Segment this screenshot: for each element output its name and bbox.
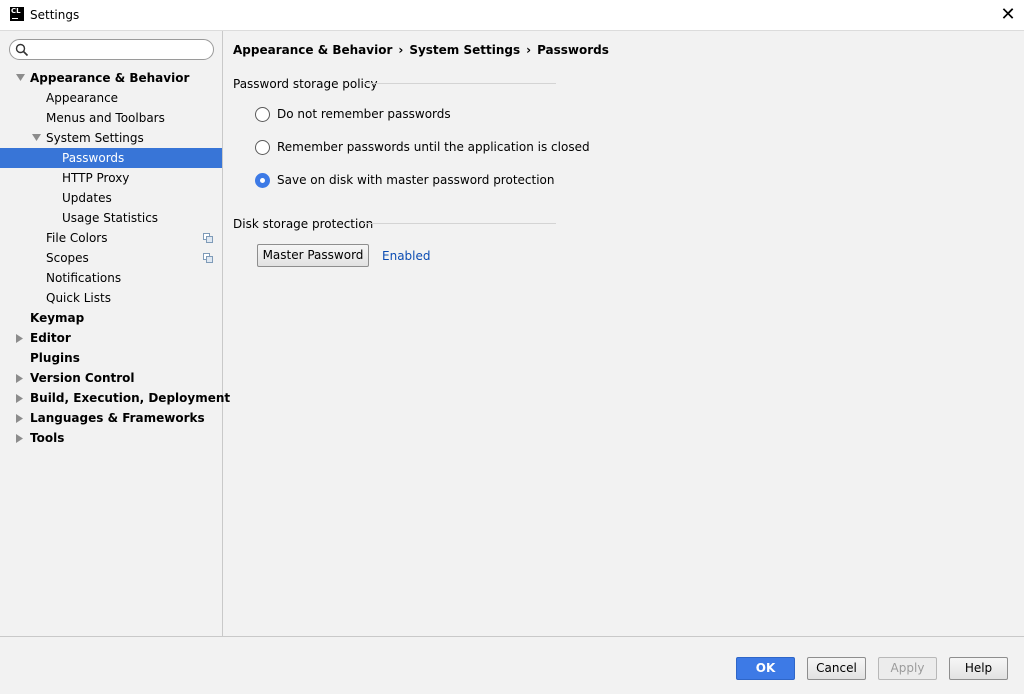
settings-sidebar: Appearance & Behavior Appearance Menus a…	[0, 31, 230, 636]
tree-item-label: Version Control	[30, 371, 135, 385]
tree-item-tools[interactable]: Tools	[0, 428, 222, 448]
group-divider	[363, 83, 556, 84]
tree-item-label: Editor	[30, 331, 71, 345]
window-title: Settings	[30, 8, 80, 22]
tree-item-label: Menus and Toolbars	[46, 111, 165, 125]
tree-item-label: Tools	[30, 431, 65, 445]
group-divider	[363, 223, 556, 224]
tree-item-label: HTTP Proxy	[62, 171, 130, 185]
tree-item-keymap[interactable]: Keymap	[0, 308, 222, 328]
collapsed-arrow-icon[interactable]	[15, 388, 25, 408]
tree-item-label: Appearance & Behavior	[30, 71, 190, 85]
collapsed-arrow-icon[interactable]	[15, 328, 25, 348]
project-copy-icon	[203, 233, 213, 243]
tree-item-scopes[interactable]: Scopes	[0, 248, 222, 268]
tree-item-label: System Settings	[46, 131, 144, 145]
radio-button[interactable]	[255, 107, 270, 122]
breadcrumb-item: Appearance & Behavior	[233, 43, 393, 57]
tree-item-label: File Colors	[46, 231, 108, 245]
apply-button[interactable]: Apply	[878, 657, 937, 680]
tree-item-label: Plugins	[30, 351, 80, 365]
cancel-button[interactable]: Cancel	[807, 657, 866, 680]
tree-item-passwords[interactable]: Passwords	[0, 148, 222, 168]
tree-item-label: Usage Statistics	[62, 211, 159, 225]
app-logo-text: CL	[11, 7, 21, 15]
project-copy-icon	[203, 253, 213, 263]
breadcrumb: Appearance & Behavior › System Settings › Pa…	[233, 43, 609, 57]
tree-item-http-proxy[interactable]: HTTP Proxy	[0, 168, 222, 188]
breadcrumb-separator: ›	[398, 43, 404, 57]
password-policy-title: Password storage policy	[233, 77, 378, 91]
app-logo-icon: CL	[10, 7, 24, 21]
search-box[interactable]	[9, 39, 214, 60]
tree-item-usage-statistics[interactable]: Usage Statistics	[0, 208, 222, 228]
radio-label: Remember passwords until the application…	[277, 140, 590, 154]
tree-item-file-colors[interactable]: File Colors	[0, 228, 222, 248]
tree-item-label: Keymap	[30, 311, 85, 325]
help-button[interactable]: Help	[949, 657, 1008, 680]
tree-item-build-execution[interactable]: Build, Execution, Deployment	[0, 388, 230, 408]
tree-item-version-control[interactable]: Version Control	[0, 368, 222, 388]
master-password-status: Enabled	[382, 249, 431, 263]
tree-item-plugins[interactable]: Plugins	[0, 348, 222, 368]
tree-item-label: Scopes	[46, 251, 89, 265]
tree-item-system-settings[interactable]: System Settings	[0, 128, 222, 148]
collapsed-arrow-icon[interactable]	[15, 408, 25, 428]
tree-item-label: Updates	[62, 191, 112, 205]
tree-item-label: Build, Execution, Deployment	[30, 391, 231, 405]
radio-label: Save on disk with master password protec…	[277, 173, 555, 187]
disk-protection-title: Disk storage protection	[233, 217, 374, 231]
tree-item-appearance[interactable]: Appearance	[0, 88, 222, 108]
tree-item-label: Passwords	[62, 151, 125, 165]
collapsed-arrow-icon[interactable]	[15, 428, 25, 448]
tree-item-languages-frameworks[interactable]: Languages & Frameworks	[0, 408, 222, 428]
tree-item-appearance-behavior[interactable]: Appearance & Behavior	[0, 68, 222, 88]
tree-item-editor[interactable]: Editor	[0, 328, 222, 348]
tree-item-label: Languages & Frameworks	[30, 411, 205, 425]
close-icon[interactable]: ✕	[992, 0, 1024, 30]
settings-tree: Appearance & Behavior Appearance Menus a…	[0, 68, 230, 448]
breadcrumb-item: System Settings	[409, 43, 521, 57]
breadcrumb-separator: ›	[526, 43, 532, 57]
settings-content: Appearance & Behavior › System Settings › Pa…	[223, 31, 1024, 636]
tree-item-quick-lists[interactable]: Quick Lists	[0, 288, 222, 308]
title-bar: CL Settings ✕	[0, 0, 1024, 31]
tree-item-menus-toolbars[interactable]: Menus and Toolbars	[0, 108, 222, 128]
tree-item-updates[interactable]: Updates	[0, 188, 222, 208]
expanded-arrow-icon[interactable]	[15, 68, 25, 88]
dialog-footer: OK Cancel Apply Help	[0, 636, 1024, 694]
radio-label: Do not remember passwords	[277, 107, 451, 121]
expanded-arrow-icon[interactable]	[31, 128, 41, 148]
ok-button[interactable]: OK	[736, 657, 795, 680]
search-input[interactable]	[34, 41, 204, 58]
tree-item-notifications[interactable]: Notifications	[0, 268, 222, 288]
tree-item-label: Notifications	[46, 271, 122, 285]
breadcrumb-item: Passwords	[537, 43, 609, 57]
collapsed-arrow-icon[interactable]	[15, 368, 25, 388]
tree-item-label: Appearance	[46, 91, 119, 105]
radio-button-checked[interactable]	[255, 173, 270, 188]
search-icon	[15, 43, 29, 57]
tree-item-label: Quick Lists	[46, 291, 111, 305]
master-password-button[interactable]: Master Password	[257, 244, 369, 267]
radio-button[interactable]	[255, 140, 270, 155]
